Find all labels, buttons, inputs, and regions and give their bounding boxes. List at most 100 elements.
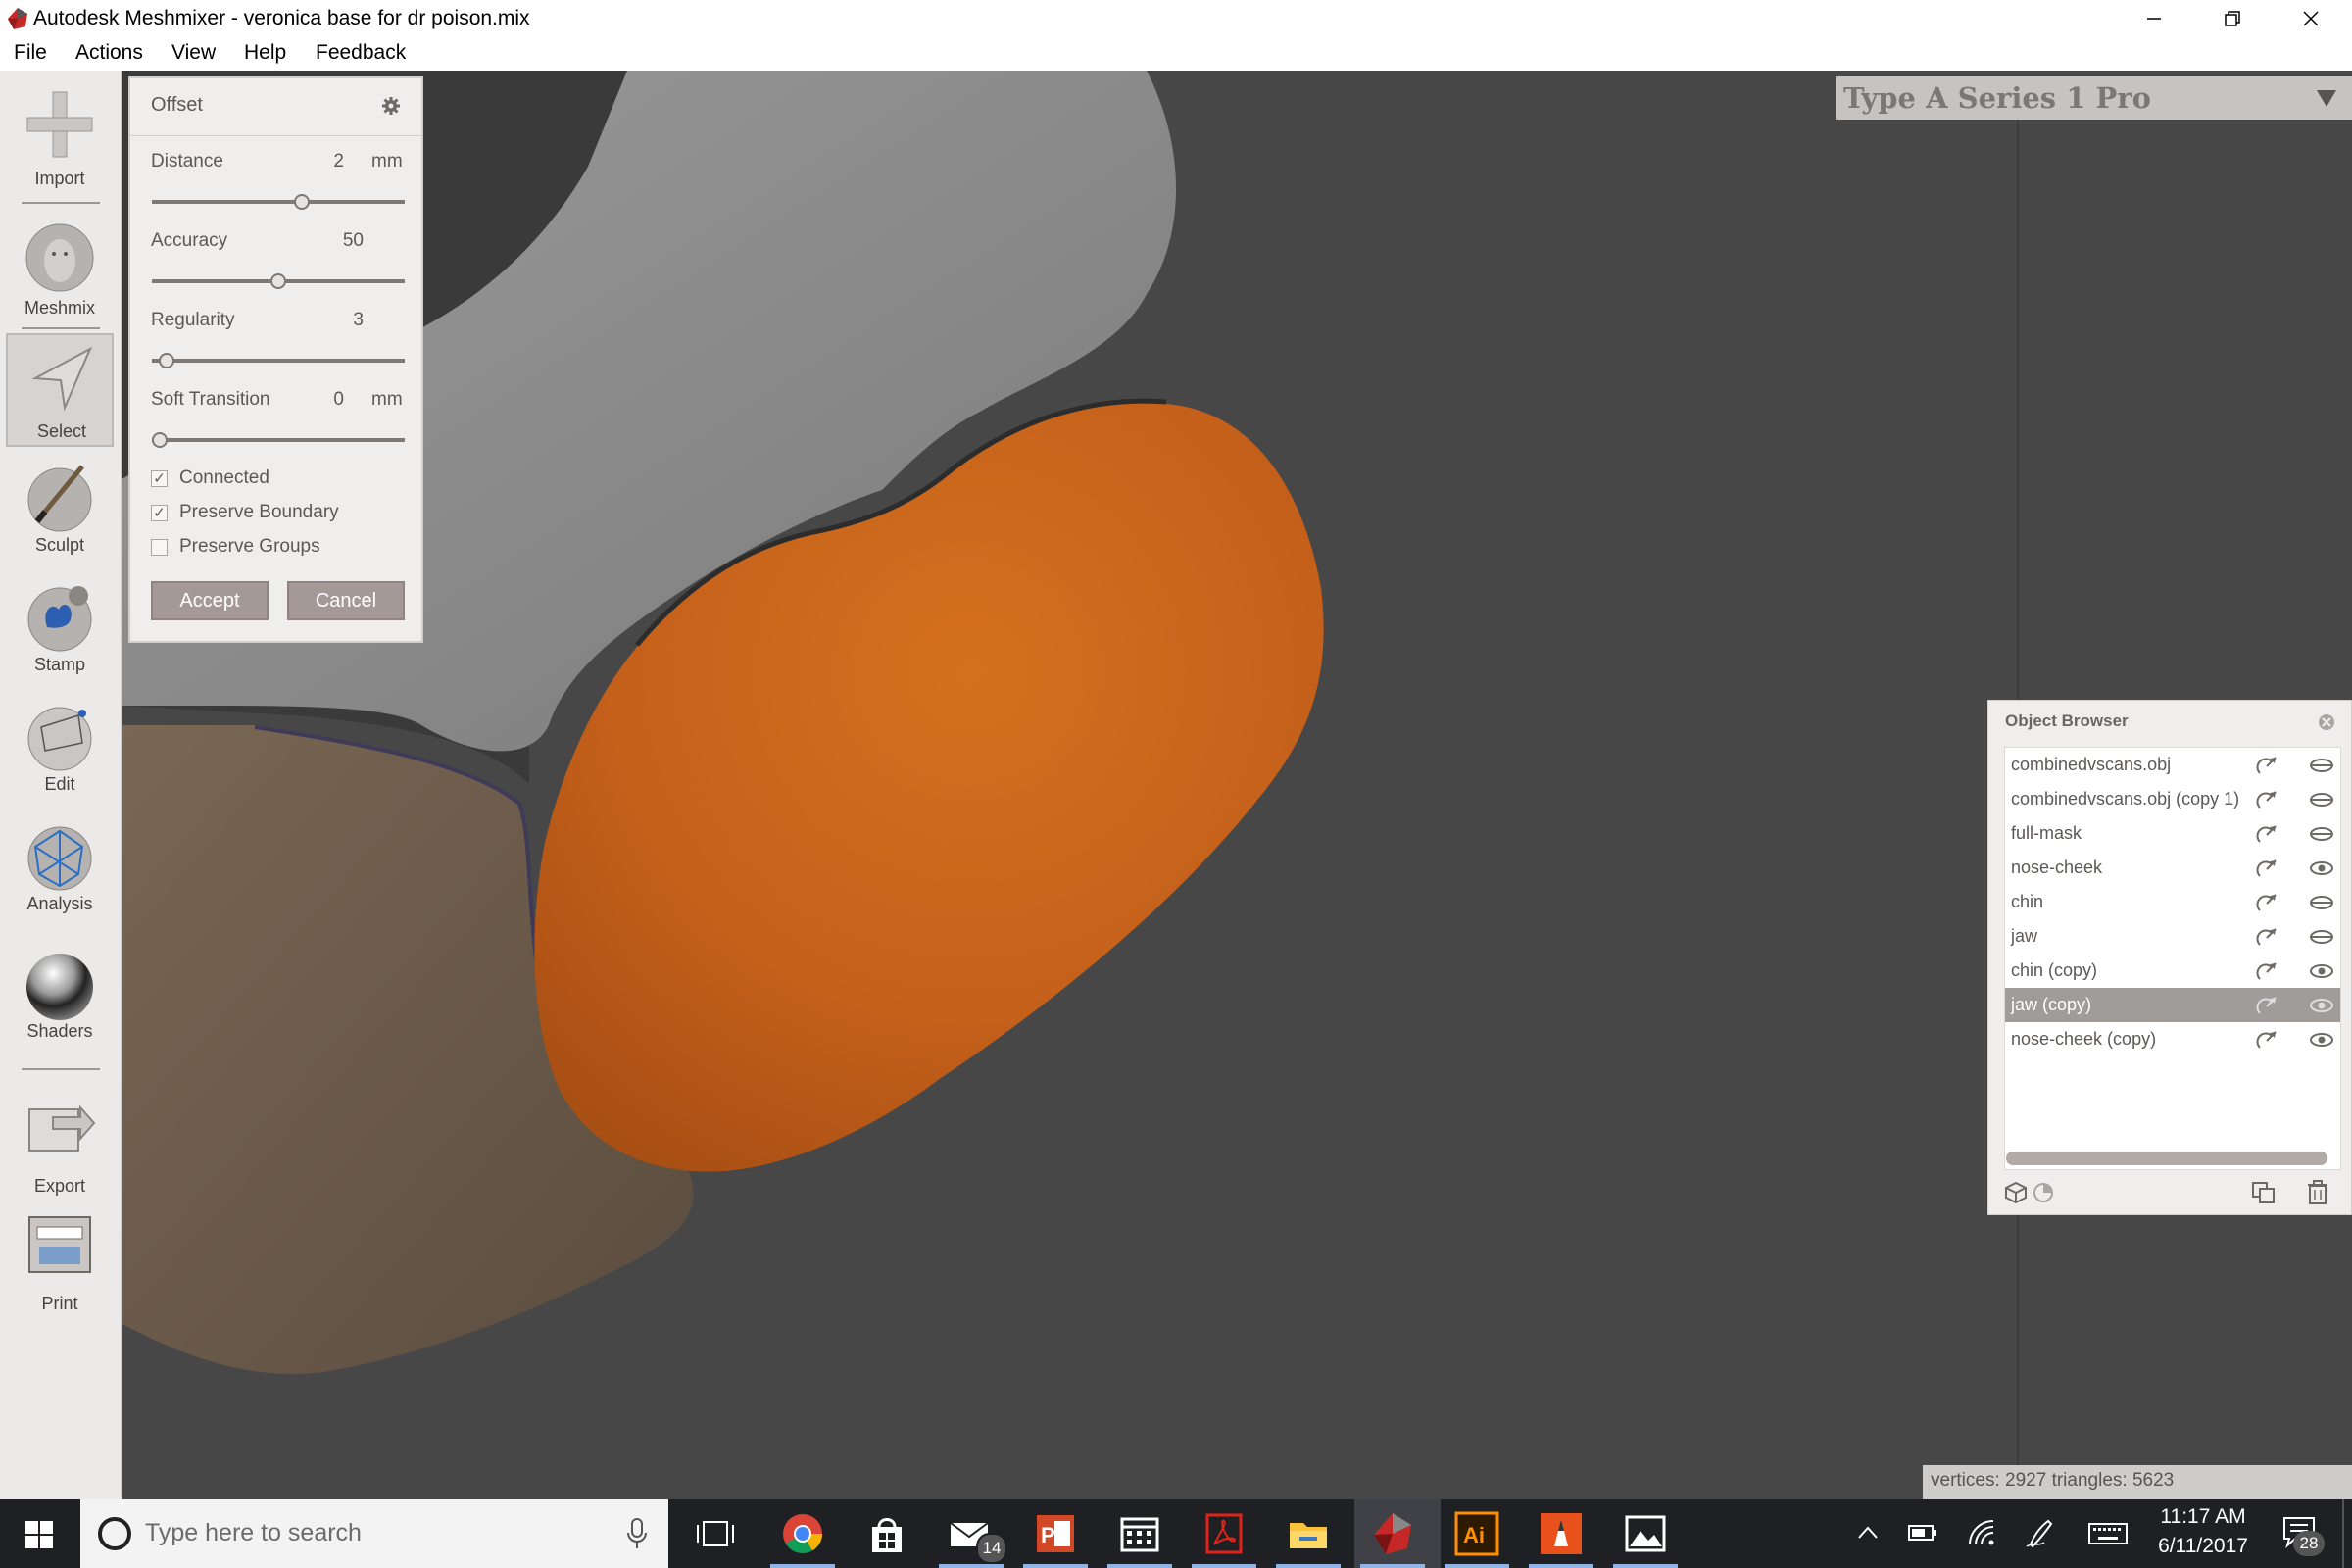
restore-button[interactable]	[2193, 0, 2272, 37]
list-item[interactable]: nose-cheek	[2005, 851, 2340, 885]
menu-help[interactable]: Help	[244, 41, 286, 65]
eye-closed-icon[interactable]	[2309, 826, 2334, 842]
trash-icon[interactable]	[2306, 1180, 2329, 1205]
tool-stamp[interactable]: Stamp	[6, 572, 114, 686]
battery-icon[interactable]	[1907, 1521, 1938, 1544]
preserve-groups-checkbox[interactable]	[151, 539, 168, 556]
cube-icon[interactable]	[2004, 1181, 2028, 1204]
powerpoint-icon[interactable]: P	[1031, 1509, 1080, 1558]
connected-checkbox[interactable]: ✓	[151, 470, 168, 487]
tool-edit[interactable]: Edit	[6, 692, 114, 806]
eye-closed-icon[interactable]	[2309, 792, 2334, 808]
microphone-icon[interactable]	[625, 1517, 649, 1550]
tool-import[interactable]: Import	[6, 80, 114, 194]
eye-closed-icon[interactable]	[2309, 929, 2334, 945]
list-item[interactable]: nose-cheek (copy)	[2005, 1022, 2340, 1056]
param-value[interactable]: 2	[285, 151, 344, 172]
store-icon[interactable]	[862, 1509, 911, 1558]
menu-file[interactable]: File	[14, 41, 47, 65]
minimize-button[interactable]	[2115, 0, 2193, 37]
list-item-selected[interactable]: jaw (copy)	[2005, 988, 2340, 1022]
object-list: combinedvscans.obj combinedvscans.obj (c…	[2004, 747, 2341, 1170]
close-button[interactable]	[2272, 0, 2350, 37]
preserve-boundary-checkbox[interactable]: ✓	[151, 505, 168, 521]
wifi-icon[interactable]	[1966, 1517, 1997, 1548]
eye-open-icon[interactable]	[2309, 998, 2334, 1013]
accuracy-slider-thumb[interactable]	[270, 273, 286, 289]
sketchbook-icon[interactable]	[1537, 1509, 1586, 1558]
cortana-icon	[98, 1517, 131, 1550]
regularity-slider[interactable]	[152, 359, 405, 363]
edit-pivot-icon[interactable]	[2256, 858, 2278, 880]
object-browser-title: Object Browser	[2005, 711, 2129, 730]
taskbar-search[interactable]: Type here to search	[80, 1499, 668, 1568]
param-value[interactable]: 50	[305, 230, 364, 252]
tool-select[interactable]: Select	[6, 333, 114, 447]
param-value[interactable]: 0	[285, 389, 344, 411]
edit-pivot-icon[interactable]	[2256, 824, 2278, 846]
active-indicator	[1529, 1564, 1593, 1568]
show-desktop-button[interactable]	[2342, 1499, 2344, 1568]
list-item[interactable]: jaw	[2005, 919, 2340, 954]
accept-button[interactable]: Accept	[151, 581, 269, 620]
clock-date[interactable]: 6/11/2017	[2144, 1535, 2262, 1558]
eye-closed-icon[interactable]	[2309, 895, 2334, 910]
distance-slider-thumb[interactable]	[294, 194, 311, 210]
file-explorer-icon[interactable]	[1284, 1509, 1333, 1558]
param-label: Accuracy	[151, 230, 228, 251]
meshmixer-icon[interactable]	[1368, 1509, 1417, 1558]
menu-actions[interactable]: Actions	[75, 41, 143, 65]
param-value[interactable]: 3	[305, 310, 364, 331]
edit-pivot-icon[interactable]	[2256, 756, 2278, 777]
horizontal-scrollbar[interactable]	[2006, 1152, 2328, 1165]
tool-label: Print	[41, 1294, 78, 1313]
cancel-button[interactable]: Cancel	[287, 581, 405, 620]
edit-pivot-icon[interactable]	[2256, 961, 2278, 983]
windows-start-icon[interactable]	[25, 1521, 53, 1548]
calendar-icon[interactable]	[1115, 1509, 1164, 1558]
list-item[interactable]: chin	[2005, 885, 2340, 919]
keyboard-icon[interactable]	[2087, 1521, 2129, 1546]
clock-time[interactable]: 11:17 AM	[2144, 1505, 2262, 1529]
edit-pivot-icon[interactable]	[2256, 996, 2278, 1017]
soft-transition-slider-thumb[interactable]	[152, 432, 168, 448]
edit-pivot-icon[interactable]	[2256, 1030, 2278, 1052]
task-view-icon[interactable]	[696, 1519, 735, 1548]
eye-open-icon[interactable]	[2309, 1032, 2334, 1048]
list-item[interactable]: full-mask	[2005, 816, 2340, 851]
soft-transition-slider[interactable]	[152, 438, 405, 442]
chevron-up-icon[interactable]	[1856, 1523, 1880, 1543]
menu-view[interactable]: View	[172, 41, 216, 65]
tool-print[interactable]: Print	[6, 1200, 114, 1313]
restore-icon	[2225, 11, 2240, 26]
printer-selector[interactable]: Type A Series 1 Pro	[1836, 76, 2352, 120]
tool-shaders[interactable]: Shaders	[6, 943, 114, 1056]
close-circle-icon[interactable]	[2318, 713, 2335, 731]
menu-feedback[interactable]: Feedback	[316, 41, 406, 65]
gear-icon[interactable]	[381, 96, 401, 116]
photos-icon[interactable]	[1621, 1509, 1670, 1558]
edit-pivot-icon[interactable]	[2256, 790, 2278, 811]
list-item[interactable]: combinedvscans.obj (copy 1)	[2005, 782, 2340, 816]
list-item[interactable]: chin (copy)	[2005, 954, 2340, 988]
edit-pivot-icon[interactable]	[2256, 893, 2278, 914]
eye-closed-icon[interactable]	[2309, 758, 2334, 773]
tool-meshmix[interactable]: Meshmix	[6, 214, 114, 327]
tool-export[interactable]: Export	[6, 1080, 114, 1196]
triangle-down-icon[interactable]	[2316, 88, 2337, 108]
eye-open-icon[interactable]	[2309, 963, 2334, 979]
illustrator-icon[interactable]: Ai	[1452, 1509, 1501, 1558]
eye-open-icon[interactable]	[2309, 860, 2334, 876]
edit-pivot-icon[interactable]	[2256, 927, 2278, 949]
regularity-slider-thumb[interactable]	[159, 353, 175, 368]
tool-analysis[interactable]: Analysis	[6, 811, 114, 925]
list-item[interactable]: combinedvscans.obj	[2005, 748, 2340, 782]
distance-slider[interactable]	[152, 200, 405, 204]
pen-icon[interactable]	[2025, 1517, 2054, 1548]
chrome-icon[interactable]	[778, 1509, 827, 1558]
chrome-sphere-icon	[26, 954, 93, 1020]
pie-icon[interactable]	[2032, 1181, 2055, 1204]
tool-sculpt[interactable]: Sculpt	[6, 453, 114, 566]
duplicate-icon[interactable]	[2251, 1181, 2277, 1204]
acrobat-icon[interactable]	[1200, 1509, 1249, 1558]
